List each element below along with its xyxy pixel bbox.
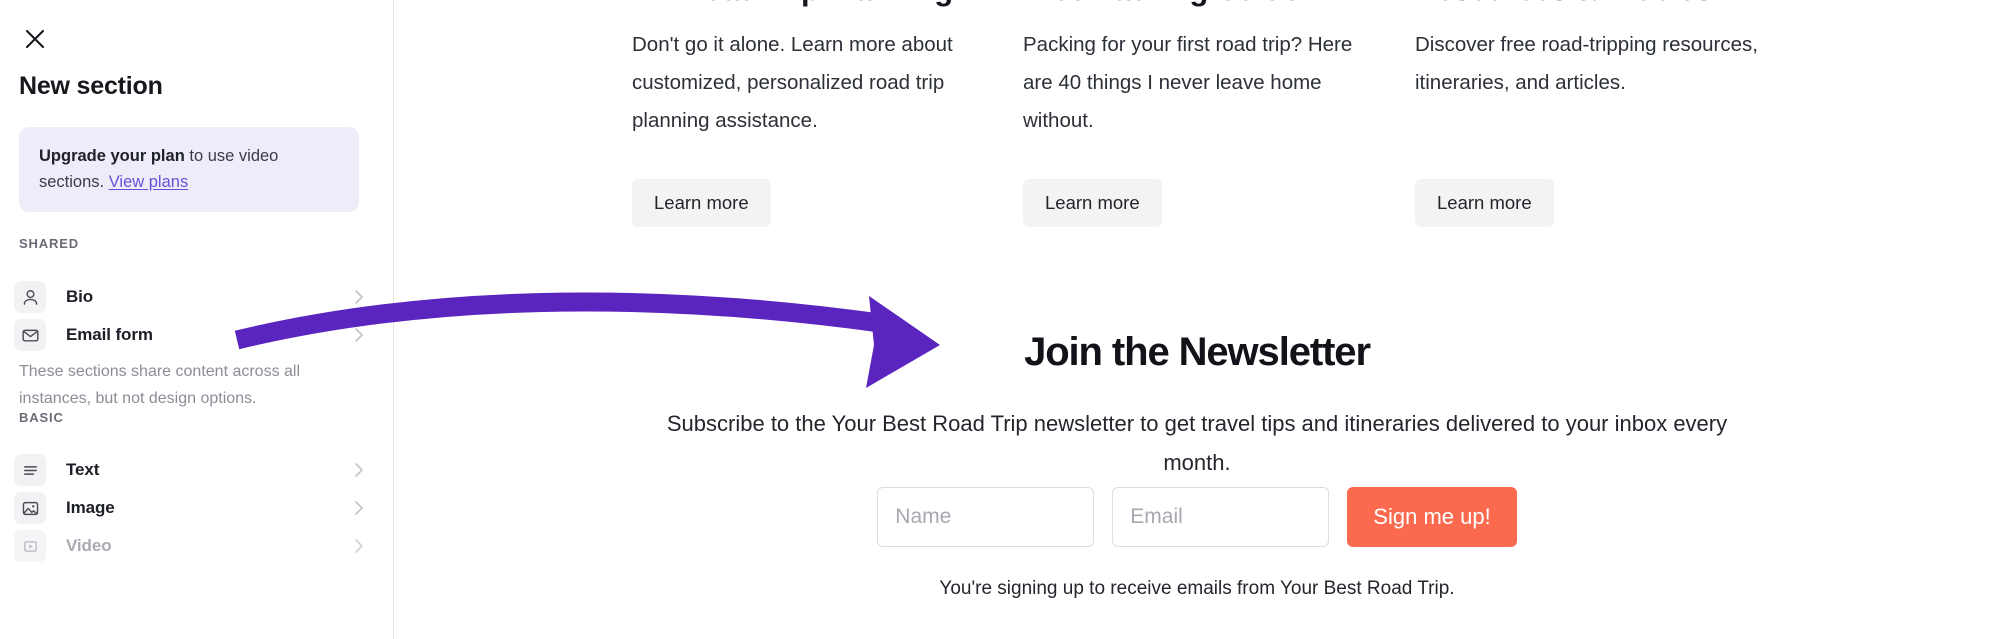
image-icon [14,492,46,524]
newsletter-signup-form: Sign me up! [395,487,1999,547]
upgrade-plan-banner: Upgrade your plan to use video sections.… [19,127,359,212]
chevron-right-icon [354,538,364,554]
shared-sections-note: These sections share content across all … [19,363,301,407]
sidebar-item-label: Image [66,498,115,517]
sidebar-item-label: Bio [66,287,94,306]
feature-card-heading: Free Packing Guide [1023,0,1443,8]
app-root: New section Upgrade your plan to use vid… [0,0,1999,639]
sidebar-item-label: Email form [66,325,153,344]
view-plans-link[interactable]: View plans [109,173,189,191]
text-lines-icon [14,454,46,486]
sidebar-item-label: Video [66,536,112,555]
feature-card-body: Discover free road-tripping resources, i… [1415,33,1758,94]
chevron-right-icon [354,327,364,343]
feature-card-body: Packing for your first road trip? Here a… [1023,33,1353,132]
envelope-icon [14,319,46,351]
group-label-basic: BASIC [19,410,64,425]
newsletter-heading: Join the Newsletter [1024,330,1371,374]
sign-me-up-button[interactable]: Sign me up! [1347,487,1517,547]
sidebar-item-label: Text [66,460,100,479]
upgrade-banner-text: Upgrade your plan to use video sections.… [39,143,339,195]
learn-more-button[interactable]: Learn more [1023,179,1162,227]
chevron-right-icon [354,462,364,478]
feature-card-body: Don't go it alone. Learn more about cust… [632,33,953,132]
feature-card-heading: 1:1 Road Trip Planning [632,0,1052,8]
page-preview-canvas: 1:1 Road Trip Planning Don't go it alone… [395,0,1999,639]
video-play-icon [14,530,46,562]
group-label-shared: SHARED [19,236,79,251]
learn-more-button[interactable]: Learn more [632,179,771,227]
chevron-right-icon [354,289,364,305]
sidebar-item-email-form[interactable]: Email form [14,313,380,357]
close-panel-button[interactable] [18,22,52,56]
signup-disclaimer: You're signing up to receive emails from… [939,578,1455,599]
upgrade-banner-strong: Upgrade your plan [39,147,185,165]
person-icon [14,281,46,313]
panel-title: New section [19,72,163,100]
name-input[interactable] [877,487,1095,547]
newsletter-subtitle: Subscribe to the Your Best Road Trip new… [666,411,1728,475]
sidebar-item-video[interactable]: Video [14,524,380,568]
learn-more-button[interactable]: Learn more [1415,179,1554,227]
close-icon [24,28,46,50]
chevron-right-icon [354,500,364,516]
new-section-sidebar: New section Upgrade your plan to use vid… [0,0,394,639]
email-input[interactable] [1112,487,1330,547]
feature-card-heading: Resources & Articles [1415,0,1835,8]
